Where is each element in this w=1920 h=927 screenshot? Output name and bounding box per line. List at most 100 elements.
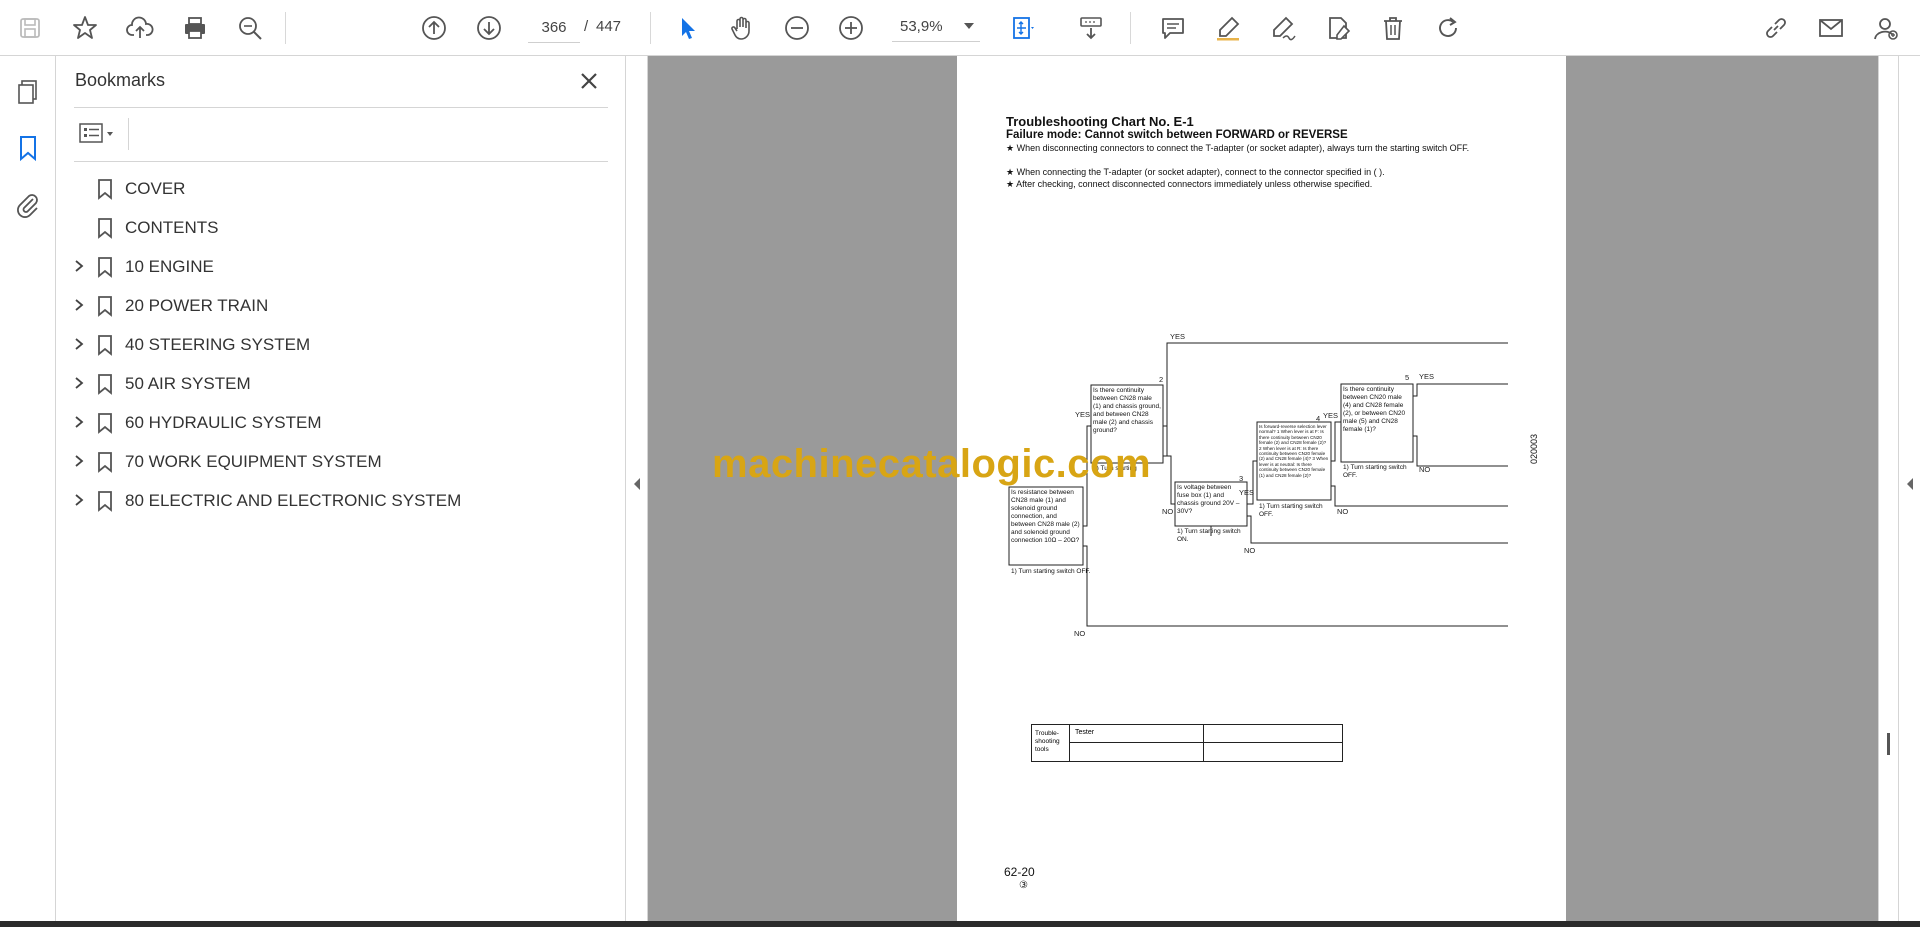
step4-note: 1) Turn starting switch OFF.	[1259, 503, 1323, 518]
bookmark-flag-icon	[98, 257, 112, 278]
navigation-rail	[0, 56, 56, 921]
bookmark-item[interactable]: 60 HYDRAULIC SYSTEM	[56, 406, 616, 438]
chevron-right-icon[interactable]	[72, 376, 86, 390]
tools-cell: Tester	[1070, 725, 1204, 743]
total-pages: 447	[596, 18, 622, 35]
bookmark-flag-icon	[98, 335, 112, 356]
fill-sign-icon[interactable]	[1318, 8, 1358, 48]
upload-cloud-icon[interactable]	[120, 8, 160, 48]
page-separator: /	[584, 18, 589, 35]
comment-icon[interactable]	[1153, 8, 1193, 48]
bookmark-flag-icon	[98, 452, 112, 473]
bookmark-label: 10 ENGINE	[125, 257, 214, 276]
tools-cell-empty	[1204, 725, 1342, 743]
chevron-left-icon	[634, 478, 640, 490]
zoom-in-icon[interactable]	[831, 8, 871, 48]
previous-page-icon[interactable]	[414, 8, 454, 48]
close-icon[interactable]	[576, 68, 602, 94]
next-page-icon[interactable]	[469, 8, 509, 48]
delete-trash-icon[interactable]	[1373, 8, 1413, 48]
print-icon[interactable]	[175, 8, 215, 48]
no-label: NO	[1419, 465, 1430, 474]
yes-label: YES	[1075, 410, 1090, 419]
toolbar-divider	[285, 12, 286, 44]
yes-label: YES	[1419, 372, 1434, 381]
step-number: 3	[1239, 474, 1243, 483]
bookmarks-panel: Bookmarks COVER CONTENTS 10 ENGINE 20 POWER…	[56, 56, 626, 921]
bookmark-item[interactable]: 20 POWER TRAIN	[56, 289, 616, 321]
yes-label: YES	[1323, 411, 1338, 420]
figure-code: 020003	[1529, 433, 1539, 464]
attachments-paperclip-icon[interactable]	[12, 188, 44, 220]
tools-header: Trouble-shooting tools	[1032, 725, 1070, 761]
left-panel-collapse-handle[interactable]	[626, 56, 648, 921]
star-icon[interactable]	[65, 8, 105, 48]
troubleshooting-tools-table: Trouble-shooting tools Tester	[1031, 724, 1343, 762]
bookmark-label: 50 AIR SYSTEM	[125, 374, 251, 393]
toolbar-divider	[1130, 12, 1131, 44]
email-icon[interactable]	[1811, 8, 1851, 48]
bookmark-item[interactable]: 50 AIR SYSTEM	[56, 367, 616, 399]
chevron-right-icon[interactable]	[72, 298, 86, 312]
pdf-page: Troubleshooting Chart No. E-1 Failure mo…	[957, 56, 1566, 921]
right-panel-collapse-handle[interactable]	[1898, 56, 1920, 921]
page-number-input[interactable]: 366	[528, 12, 580, 43]
fit-page-icon[interactable]	[1003, 8, 1043, 48]
bookmark-item[interactable]: 10 ENGINE	[56, 250, 616, 282]
chevron-right-icon[interactable]	[72, 259, 86, 273]
bookmark-options-button[interactable]	[74, 118, 124, 150]
chevron-right-icon[interactable]	[72, 454, 86, 468]
step2-text: Is there continuity between CN28 male (1…	[1093, 387, 1161, 434]
chevron-left-icon	[1907, 478, 1913, 490]
save-icon[interactable]	[10, 8, 50, 48]
zoom-dropdown-caret-icon[interactable]	[964, 23, 974, 29]
bookmark-item[interactable]: 40 STEERING SYSTEM	[56, 328, 616, 360]
main-toolbar: 366 / 447 53,9%	[0, 0, 1920, 56]
no-label: NO	[1074, 629, 1085, 638]
watermark: machinecatalogic.com	[712, 442, 1152, 486]
bookmark-label: 20 POWER TRAIN	[125, 296, 269, 315]
bookmarks-icon[interactable]	[12, 132, 44, 164]
chevron-right-icon[interactable]	[72, 493, 86, 507]
step1-note: 1) Turn starting switch OFF.	[1011, 568, 1091, 575]
toolbar-divider	[650, 12, 651, 44]
share-link-icon[interactable]	[1756, 8, 1796, 48]
step-number: 4	[1316, 414, 1320, 423]
yes-label: YES	[1170, 332, 1185, 341]
bookmark-flag-icon	[98, 413, 112, 434]
bookmark-label: 60 HYDRAULIC SYSTEM	[125, 413, 322, 432]
scroll-mode-icon[interactable]	[1071, 8, 1111, 48]
hand-tool-icon[interactable]	[722, 8, 762, 48]
chevron-right-icon[interactable]	[72, 337, 86, 351]
no-label: NO	[1337, 507, 1348, 516]
panel-divider	[74, 107, 608, 108]
list-options-icon	[79, 123, 113, 143]
zoom-search-icon[interactable]	[230, 8, 270, 48]
bookmark-label: CONTENTS	[125, 218, 219, 237]
vertical-scrollbar[interactable]	[1878, 56, 1898, 921]
no-label: NO	[1162, 507, 1173, 516]
rotate-icon[interactable]	[1428, 8, 1468, 48]
bookmark-flag-icon	[98, 491, 112, 512]
bookmark-label: 40 STEERING SYSTEM	[125, 335, 311, 354]
scrollbar-thumb[interactable]	[1887, 733, 1890, 755]
zoom-out-icon[interactable]	[777, 8, 817, 48]
bookmark-flag-icon	[98, 218, 112, 239]
user-account-icon[interactable]	[1866, 8, 1906, 48]
page-thumbnails-icon[interactable]	[12, 76, 44, 108]
bookmark-item[interactable]: CONTENTS	[56, 211, 616, 243]
bookmark-item[interactable]: 70 WORK EQUIPMENT SYSTEM	[56, 445, 616, 477]
select-cursor-icon[interactable]	[667, 8, 707, 48]
bookmark-label: 80 ELECTRIC AND ELECTRONIC SYSTEM	[125, 491, 462, 510]
highlight-pen-icon[interactable]	[1208, 8, 1248, 48]
bookmark-flag-icon	[98, 296, 112, 317]
bookmark-item[interactable]: 80 ELECTRIC AND ELECTRONIC SYSTEM	[56, 484, 616, 516]
bookmark-item[interactable]: COVER	[56, 172, 616, 204]
revision-mark: ③	[1019, 880, 1028, 891]
draw-pen-icon[interactable]	[1263, 8, 1303, 48]
chevron-right-icon[interactable]	[72, 415, 86, 429]
bookmark-flag-icon	[98, 179, 112, 200]
step3-text: Is voltage between fuse box (1) and chas…	[1177, 484, 1240, 515]
step-number: 5	[1405, 373, 1409, 382]
bookmark-label: 70 WORK EQUIPMENT SYSTEM	[125, 452, 382, 471]
